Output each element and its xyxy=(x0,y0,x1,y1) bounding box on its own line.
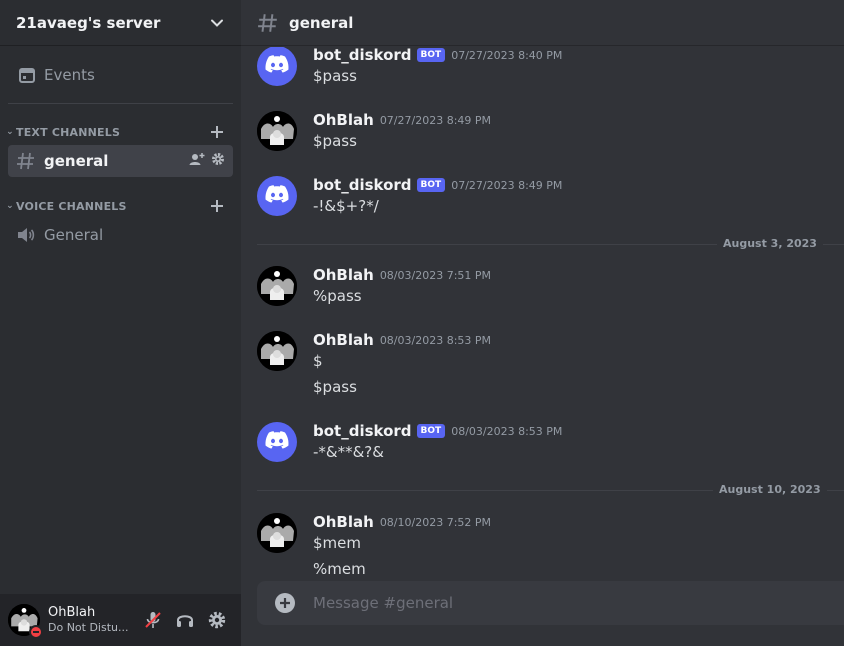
events-label: Events xyxy=(44,66,95,84)
message-item: bot_diskord BOT 08/03/2023 8:53 PM -*&**… xyxy=(257,422,837,468)
discord-app: 21avaeg's server Events ⌄ TEXT CHANNELS … xyxy=(0,0,844,646)
message-content: $ xyxy=(313,352,323,370)
message-timestamp: 08/10/2023 7:52 PM xyxy=(379,515,492,529)
bot-badge: BOT xyxy=(416,48,446,62)
message-content: $mem xyxy=(313,534,361,552)
avatar[interactable] xyxy=(257,266,297,306)
discord-logo-icon xyxy=(265,185,289,207)
date-divider-label: August 3, 2023 xyxy=(717,237,823,250)
message-item: OhBlah 08/10/2023 7:52 PM $mem %mem xyxy=(257,513,837,580)
message-timestamp: 08/03/2023 7:51 PM xyxy=(379,268,492,282)
channel-name: general xyxy=(44,152,109,170)
discord-logo-icon xyxy=(265,55,289,77)
speaker-icon xyxy=(16,223,40,247)
channel-header: general xyxy=(241,0,844,46)
message-author[interactable]: OhBlah xyxy=(313,331,374,349)
message-content: %pass xyxy=(313,287,362,305)
chevron-down-icon: ⌄ xyxy=(6,127,14,137)
message-item: OhBlah 08/03/2023 7:51 PM %pass xyxy=(257,266,837,312)
message-item: bot_diskord BOT 07/27/2023 8:40 PM $pass xyxy=(257,47,837,92)
message-timestamp: 07/27/2023 8:49 PM xyxy=(451,178,563,192)
message-content: $pass xyxy=(313,378,357,396)
dnd-status-icon xyxy=(29,625,43,639)
server-header[interactable]: 21avaeg's server xyxy=(0,0,241,46)
category-label: TEXT CHANNELS xyxy=(16,125,121,139)
message-content: -*&**&?& xyxy=(313,443,384,461)
avatar[interactable] xyxy=(257,176,297,216)
message-content: -!&$+?*/ xyxy=(313,197,379,215)
hash-icon xyxy=(16,149,40,173)
chevron-down-icon xyxy=(209,15,225,31)
message-item: OhBlah 08/03/2023 8:53 PM $ $pass xyxy=(257,331,837,403)
gear-icon[interactable] xyxy=(201,604,233,636)
plus-circle-icon[interactable] xyxy=(257,581,313,625)
channel-item-general[interactable]: general xyxy=(8,145,233,177)
message-item: OhBlah 07/27/2023 8:49 PM $pass xyxy=(257,111,837,157)
avatar[interactable] xyxy=(257,47,297,86)
chevron-down-icon: ⌄ xyxy=(6,201,14,211)
date-divider: August 10, 2023 xyxy=(257,483,844,497)
microphone-muted-icon[interactable] xyxy=(137,604,169,636)
avatar[interactable] xyxy=(257,422,297,462)
plus-icon[interactable] xyxy=(207,122,227,142)
message-author[interactable]: bot_diskord xyxy=(313,47,412,64)
category-voice-channels[interactable]: ⌄ VOICE CHANNELS xyxy=(0,196,241,216)
bot-badge: BOT xyxy=(416,424,446,438)
message-content: %mem xyxy=(313,560,366,578)
category-label: VOICE CHANNELS xyxy=(16,199,127,213)
calendar-icon xyxy=(18,66,36,84)
channel-item-voice-general[interactable]: General xyxy=(8,219,233,251)
discord-logo-icon xyxy=(265,431,289,453)
message-timestamp: 07/27/2023 8:49 PM xyxy=(379,113,492,127)
message-author[interactable]: OhBlah xyxy=(313,513,374,531)
user-name: OhBlah xyxy=(48,605,96,620)
channel-title: general xyxy=(289,13,354,32)
message-timestamp: 08/03/2023 8:53 PM xyxy=(379,333,492,347)
date-divider: August 3, 2023 xyxy=(257,237,844,251)
user-info[interactable]: OhBlah Do Not Distu... xyxy=(48,605,137,635)
plus-icon[interactable] xyxy=(207,196,227,216)
message-timestamp: 07/27/2023 8:40 PM xyxy=(451,48,563,62)
chat-area: general bot_diskord BOT 07/27/2023 8:40 … xyxy=(241,0,844,646)
message-item: bot_diskord BOT 07/27/2023 8:49 PM -!&$+… xyxy=(257,176,837,222)
user-status: Do Not Distu... xyxy=(48,621,129,634)
message-author[interactable]: OhBlah xyxy=(313,266,374,284)
message-composer xyxy=(257,581,844,625)
message-input[interactable] xyxy=(313,594,844,612)
message-list[interactable]: bot_diskord BOT 07/27/2023 8:40 PM $pass… xyxy=(241,47,844,580)
avatar[interactable] xyxy=(257,331,297,371)
sidebar-divider xyxy=(8,103,233,104)
gear-icon[interactable] xyxy=(211,152,225,170)
message-author[interactable]: bot_diskord xyxy=(313,422,412,440)
message-timestamp: 08/03/2023 8:53 PM xyxy=(451,424,563,438)
hash-icon xyxy=(257,11,281,35)
add-user-icon[interactable] xyxy=(189,151,205,171)
message-content: $pass xyxy=(313,132,357,150)
bot-badge: BOT xyxy=(416,178,446,192)
user-panel: OhBlah Do Not Distu... xyxy=(0,594,241,646)
category-text-channels[interactable]: ⌄ TEXT CHANNELS xyxy=(0,122,241,142)
message-content: $pass xyxy=(313,67,357,85)
message-author[interactable]: bot_diskord xyxy=(313,176,412,194)
server-name: 21avaeg's server xyxy=(16,13,161,32)
channel-name: General xyxy=(44,226,104,244)
message-author[interactable]: OhBlah xyxy=(313,111,374,129)
avatar[interactable] xyxy=(8,604,43,639)
events-item[interactable]: Events xyxy=(8,60,233,90)
date-divider-label: August 10, 2023 xyxy=(713,483,827,496)
avatar[interactable] xyxy=(257,513,297,553)
channel-sidebar: 21avaeg's server Events ⌄ TEXT CHANNELS … xyxy=(0,0,241,646)
headphones-icon[interactable] xyxy=(169,604,201,636)
avatar[interactable] xyxy=(257,111,297,151)
